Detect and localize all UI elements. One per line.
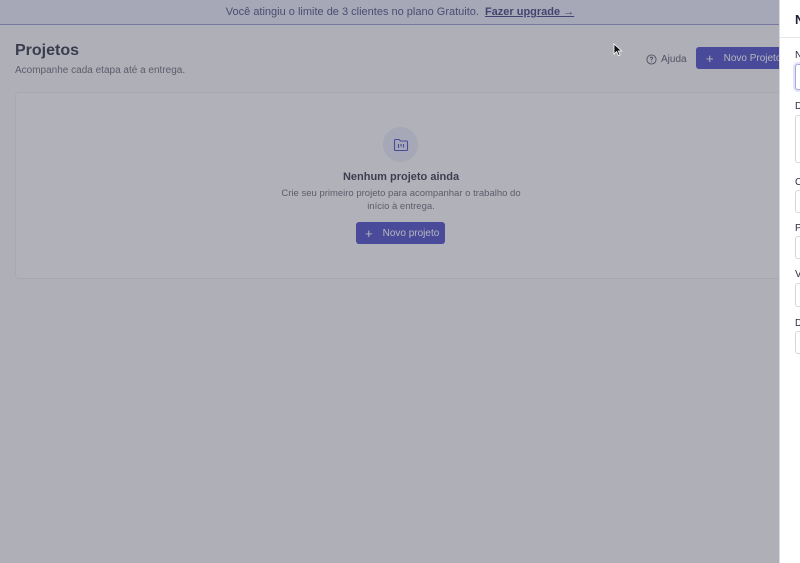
- project-name-input[interactable]: [795, 64, 800, 90]
- field-label-date: D: [795, 318, 800, 329]
- mouse-cursor-icon: [613, 43, 623, 57]
- date-input[interactable]: [795, 331, 800, 354]
- new-project-drawer: N N D C P V D: [779, 0, 800, 563]
- field-label-p: P: [795, 223, 800, 234]
- field-label-name: N: [795, 50, 800, 61]
- modal-backdrop[interactable]: [0, 0, 800, 563]
- field-label-value: V: [795, 269, 800, 280]
- drawer-title: N: [795, 12, 800, 27]
- drawer-divider: [780, 37, 800, 38]
- project-field-p[interactable]: [795, 236, 800, 259]
- project-description-textarea[interactable]: [795, 115, 800, 163]
- value-input[interactable]: [795, 283, 800, 307]
- client-select[interactable]: [795, 190, 800, 213]
- field-label-description: D: [795, 101, 800, 112]
- field-label-client: C: [795, 177, 800, 188]
